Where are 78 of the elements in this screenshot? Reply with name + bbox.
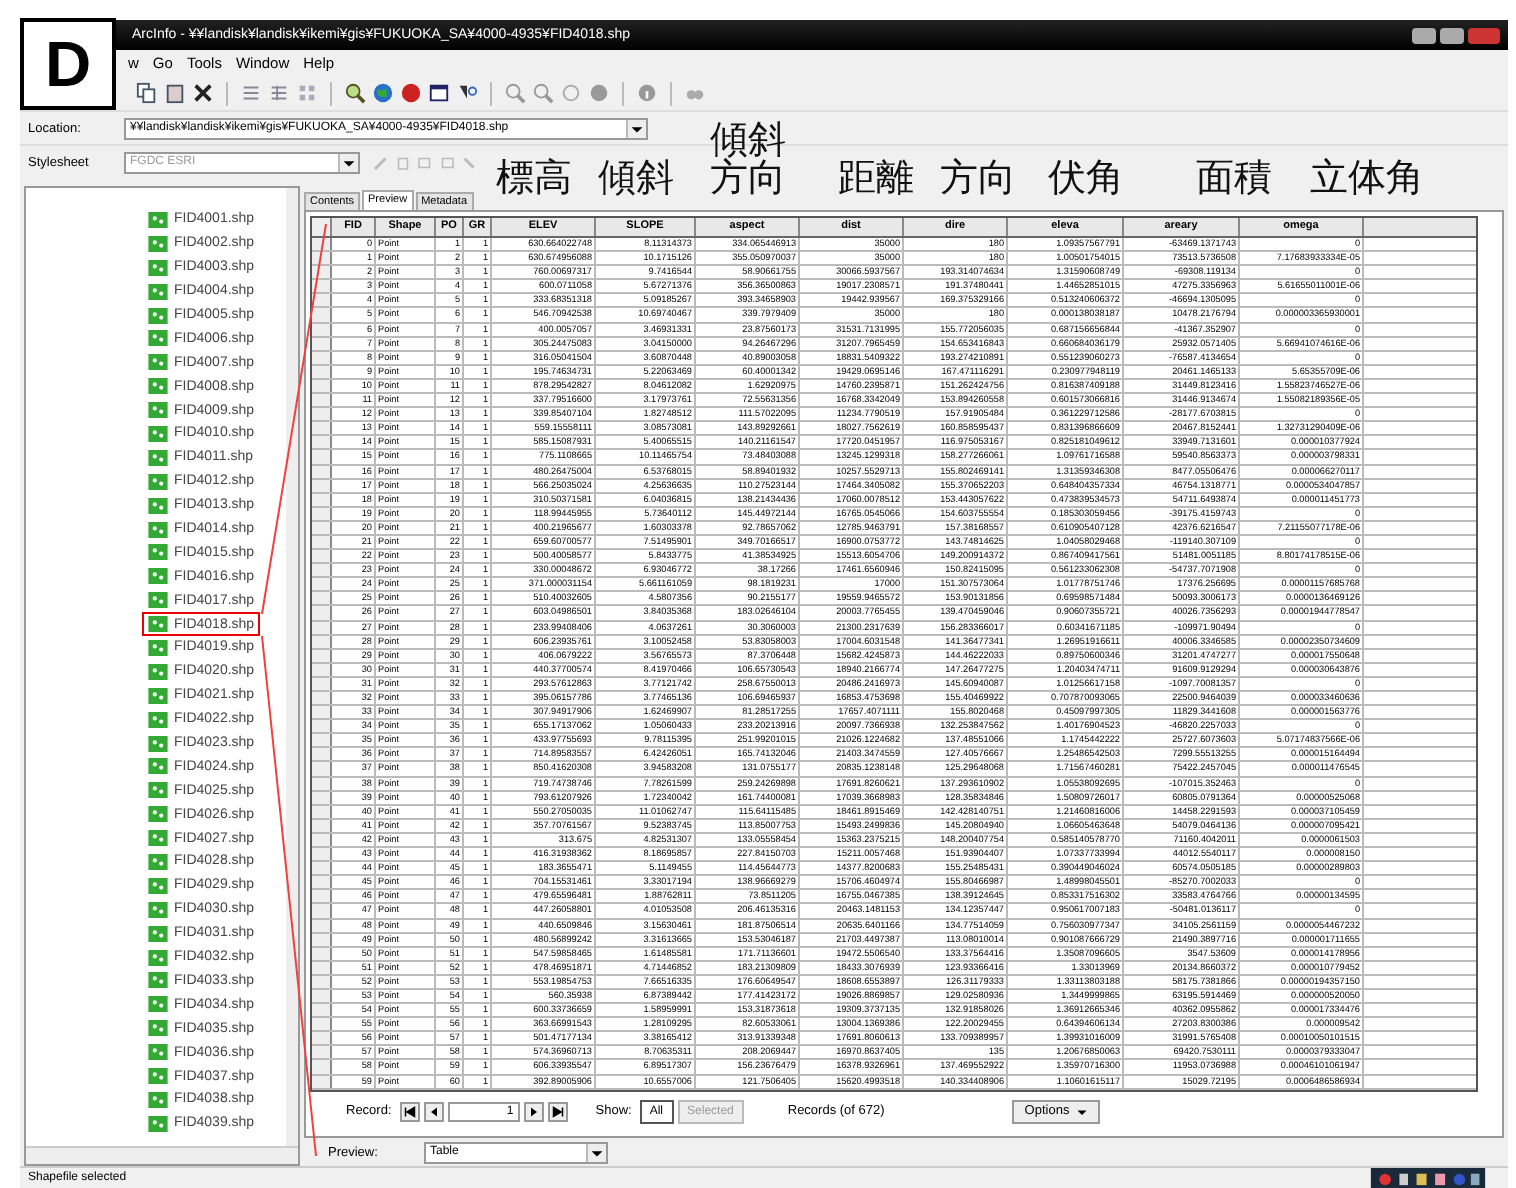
shapefile-icon (148, 283, 168, 300)
shapefile-icon (148, 568, 168, 585)
shapefile-icon (148, 877, 168, 894)
shapefile-icon (148, 259, 168, 276)
shapefile-icon (148, 687, 168, 704)
column-annotation: 標高 (496, 160, 572, 198)
globe-icon[interactable] (372, 82, 394, 104)
shapefile-icon (148, 901, 168, 918)
shapefile-icon (148, 1091, 168, 1108)
previous-record-button[interactable] (423, 1101, 444, 1122)
shapefile-icon (148, 211, 168, 228)
last-icon (551, 1105, 564, 1118)
zoom-in-icon[interactable] (504, 82, 526, 104)
scrollbar[interactable] (26, 1146, 298, 1164)
minimize-button[interactable] (1412, 27, 1436, 43)
column-annotation: 伏角 (1048, 160, 1124, 198)
shapefile-icon (148, 639, 168, 656)
previous-icon (427, 1105, 440, 1118)
select-all-cell[interactable] (312, 218, 332, 236)
shapefile-icon (148, 235, 168, 252)
info-icon[interactable] (636, 82, 658, 104)
shapefile-icon (148, 663, 168, 680)
shapefile-icon (148, 497, 168, 514)
shapefile-icon (148, 972, 168, 989)
shapefile-icon (148, 378, 168, 395)
shapefile-icon (148, 402, 168, 419)
details-view-icon[interactable] (268, 82, 290, 104)
shapefile-icon (148, 735, 168, 752)
first-record-button[interactable] (399, 1101, 420, 1122)
dropdown-icon[interactable] (626, 119, 646, 137)
column-annotation: 傾斜 (598, 160, 674, 198)
column-annotation: 傾斜方向 (710, 122, 788, 198)
shapefile-icon (148, 307, 168, 323)
thumbnails-icon[interactable] (296, 82, 318, 104)
dropdown-icon[interactable] (586, 1143, 606, 1161)
shapefile-icon (148, 473, 168, 490)
shapefile-icon (148, 1044, 168, 1061)
column-annotation: 面積 (1196, 160, 1272, 198)
last-record-button[interactable] (547, 1101, 568, 1122)
close-button[interactable] (1468, 27, 1500, 43)
window-icon[interactable] (428, 82, 450, 104)
maximize-button[interactable] (1440, 27, 1464, 43)
shapefile-icon (148, 521, 168, 538)
column-annotation: 距離 (838, 160, 914, 198)
shapefile-icon (148, 782, 168, 799)
shapefile-icon (148, 1115, 168, 1132)
zoom-out-icon[interactable] (532, 82, 554, 104)
delete-icon[interactable] (192, 82, 214, 104)
shapefile-icon (148, 711, 168, 728)
search-icon[interactable] (344, 82, 366, 104)
shapefile-icon (148, 425, 168, 442)
dropdown-icon[interactable] (338, 153, 358, 171)
shapefile-icon (148, 853, 168, 870)
first-icon (403, 1105, 416, 1118)
shapefile-icon (148, 592, 168, 609)
shapefile-icon (148, 616, 168, 633)
list-view-icon[interactable] (240, 82, 262, 104)
scrollbar[interactable] (286, 188, 298, 1148)
copy-icon[interactable] (136, 82, 158, 104)
column-annotation: 方向 (940, 160, 1016, 198)
shapefile-icon (148, 925, 168, 942)
shapefile-icon (148, 354, 168, 371)
panel-label: D (20, 18, 116, 110)
shapefile-icon (148, 1020, 168, 1037)
shapefile-icon (148, 806, 168, 823)
shapefile-icon (148, 330, 168, 347)
shapefile-icon (148, 996, 168, 1013)
shapefile-icon (148, 449, 168, 466)
next-record-button[interactable] (523, 1101, 544, 1122)
shapefile-icon (148, 758, 168, 775)
paste-icon[interactable] (164, 82, 186, 104)
next-icon (527, 1105, 540, 1118)
shapefile-icon (148, 544, 168, 561)
shapefile-icon (148, 949, 168, 966)
shapefile-icon (148, 830, 168, 847)
caret-icon (1075, 1105, 1088, 1118)
column-annotation: 立体角 (1310, 160, 1424, 198)
shapefile-icon (148, 1068, 168, 1084)
